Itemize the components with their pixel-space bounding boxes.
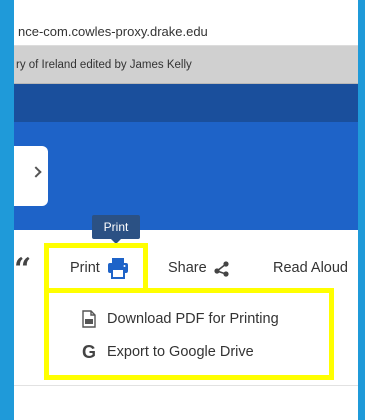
share-button[interactable]: Share [168, 252, 231, 284]
search-box[interactable] [14, 146, 48, 206]
read-aloud-button[interactable]: Read Aloud [273, 252, 348, 284]
read-aloud-label: Read Aloud [273, 260, 348, 276]
share-label: Share [168, 260, 207, 276]
address-bar[interactable]: nce-com.cowles-proxy.drake.edu [14, 18, 358, 46]
tab-title: ry of Ireland edited by James Kelly [16, 59, 192, 71]
highlight-outline-menu [44, 288, 334, 380]
browser-tab[interactable]: ry of Ireland edited by James Kelly [14, 46, 358, 84]
url-text: nce-com.cowles-proxy.drake.edu [18, 24, 208, 39]
chevron-icon [30, 166, 42, 178]
site-top-bar [14, 84, 358, 122]
cite-quote-icon[interactable]: “ [14, 252, 31, 288]
content-divider [14, 385, 358, 386]
print-tooltip: Print [92, 215, 140, 244]
frame-border [358, 0, 365, 420]
share-icon [214, 261, 229, 277]
site-header [14, 122, 358, 230]
highlight-outline-print [44, 243, 148, 293]
